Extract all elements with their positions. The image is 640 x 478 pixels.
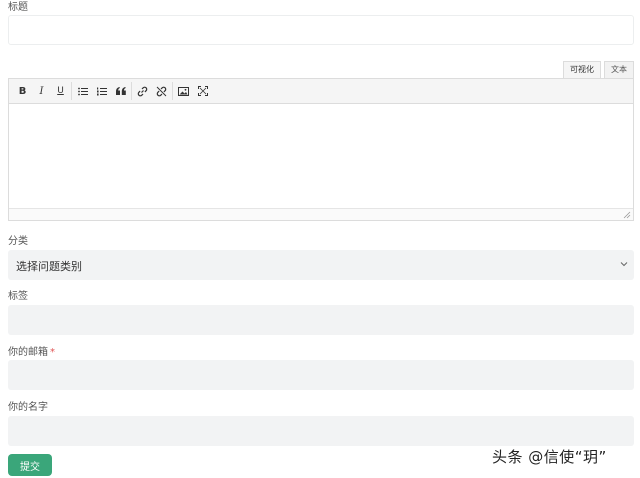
toolbar-divider (71, 82, 72, 100)
numbered-list-icon[interactable] (92, 82, 111, 101)
editor-status-bar (9, 208, 633, 220)
fullscreen-icon[interactable] (193, 82, 212, 101)
unlink-icon[interactable] (152, 82, 171, 101)
bullet-list-icon[interactable] (73, 82, 92, 101)
bold-glyph: B (18, 85, 27, 97)
italic-icon[interactable]: I (32, 82, 51, 101)
chevron-down-icon (620, 262, 628, 267)
editor-mode-tabs: 可视化 文本 (563, 61, 634, 78)
underline-glyph: U (57, 86, 64, 96)
tab-visual[interactable]: 可视化 (563, 61, 601, 78)
tags-input[interactable] (8, 305, 634, 335)
submit-button[interactable]: 提交 (8, 454, 52, 476)
quote-icon[interactable] (111, 82, 130, 101)
bold-icon[interactable]: B (13, 82, 32, 101)
resize-handle-icon[interactable] (623, 211, 631, 219)
underline-icon[interactable]: U (51, 82, 70, 101)
image-icon[interactable] (174, 82, 193, 101)
required-mark: * (50, 347, 55, 358)
toolbar-divider (172, 82, 173, 100)
category-label: 分类 (8, 236, 28, 247)
name-label: 你的名字 (8, 402, 48, 413)
tab-text[interactable]: 文本 (604, 61, 634, 78)
toolbar-divider (131, 82, 132, 100)
title-input[interactable] (8, 15, 634, 45)
name-input[interactable] (8, 416, 634, 446)
editor-toolbar: B I U (9, 79, 633, 104)
category-selected-value: 选择问题类别 (16, 260, 82, 273)
email-label: 你的邮箱 * (8, 347, 55, 359)
title-label: 标题 (8, 2, 28, 13)
email-label-text: 你的邮箱 (8, 347, 48, 358)
category-select[interactable]: 选择问题类别 (8, 250, 634, 280)
email-input[interactable] (8, 360, 634, 390)
tags-label: 标签 (8, 291, 28, 302)
content-editor: B I U (8, 78, 634, 221)
link-icon[interactable] (133, 82, 152, 101)
italic-glyph: I (39, 85, 44, 97)
editor-text-area[interactable] (9, 104, 633, 208)
watermark-text: 头条 @信使“玥” (492, 448, 607, 466)
